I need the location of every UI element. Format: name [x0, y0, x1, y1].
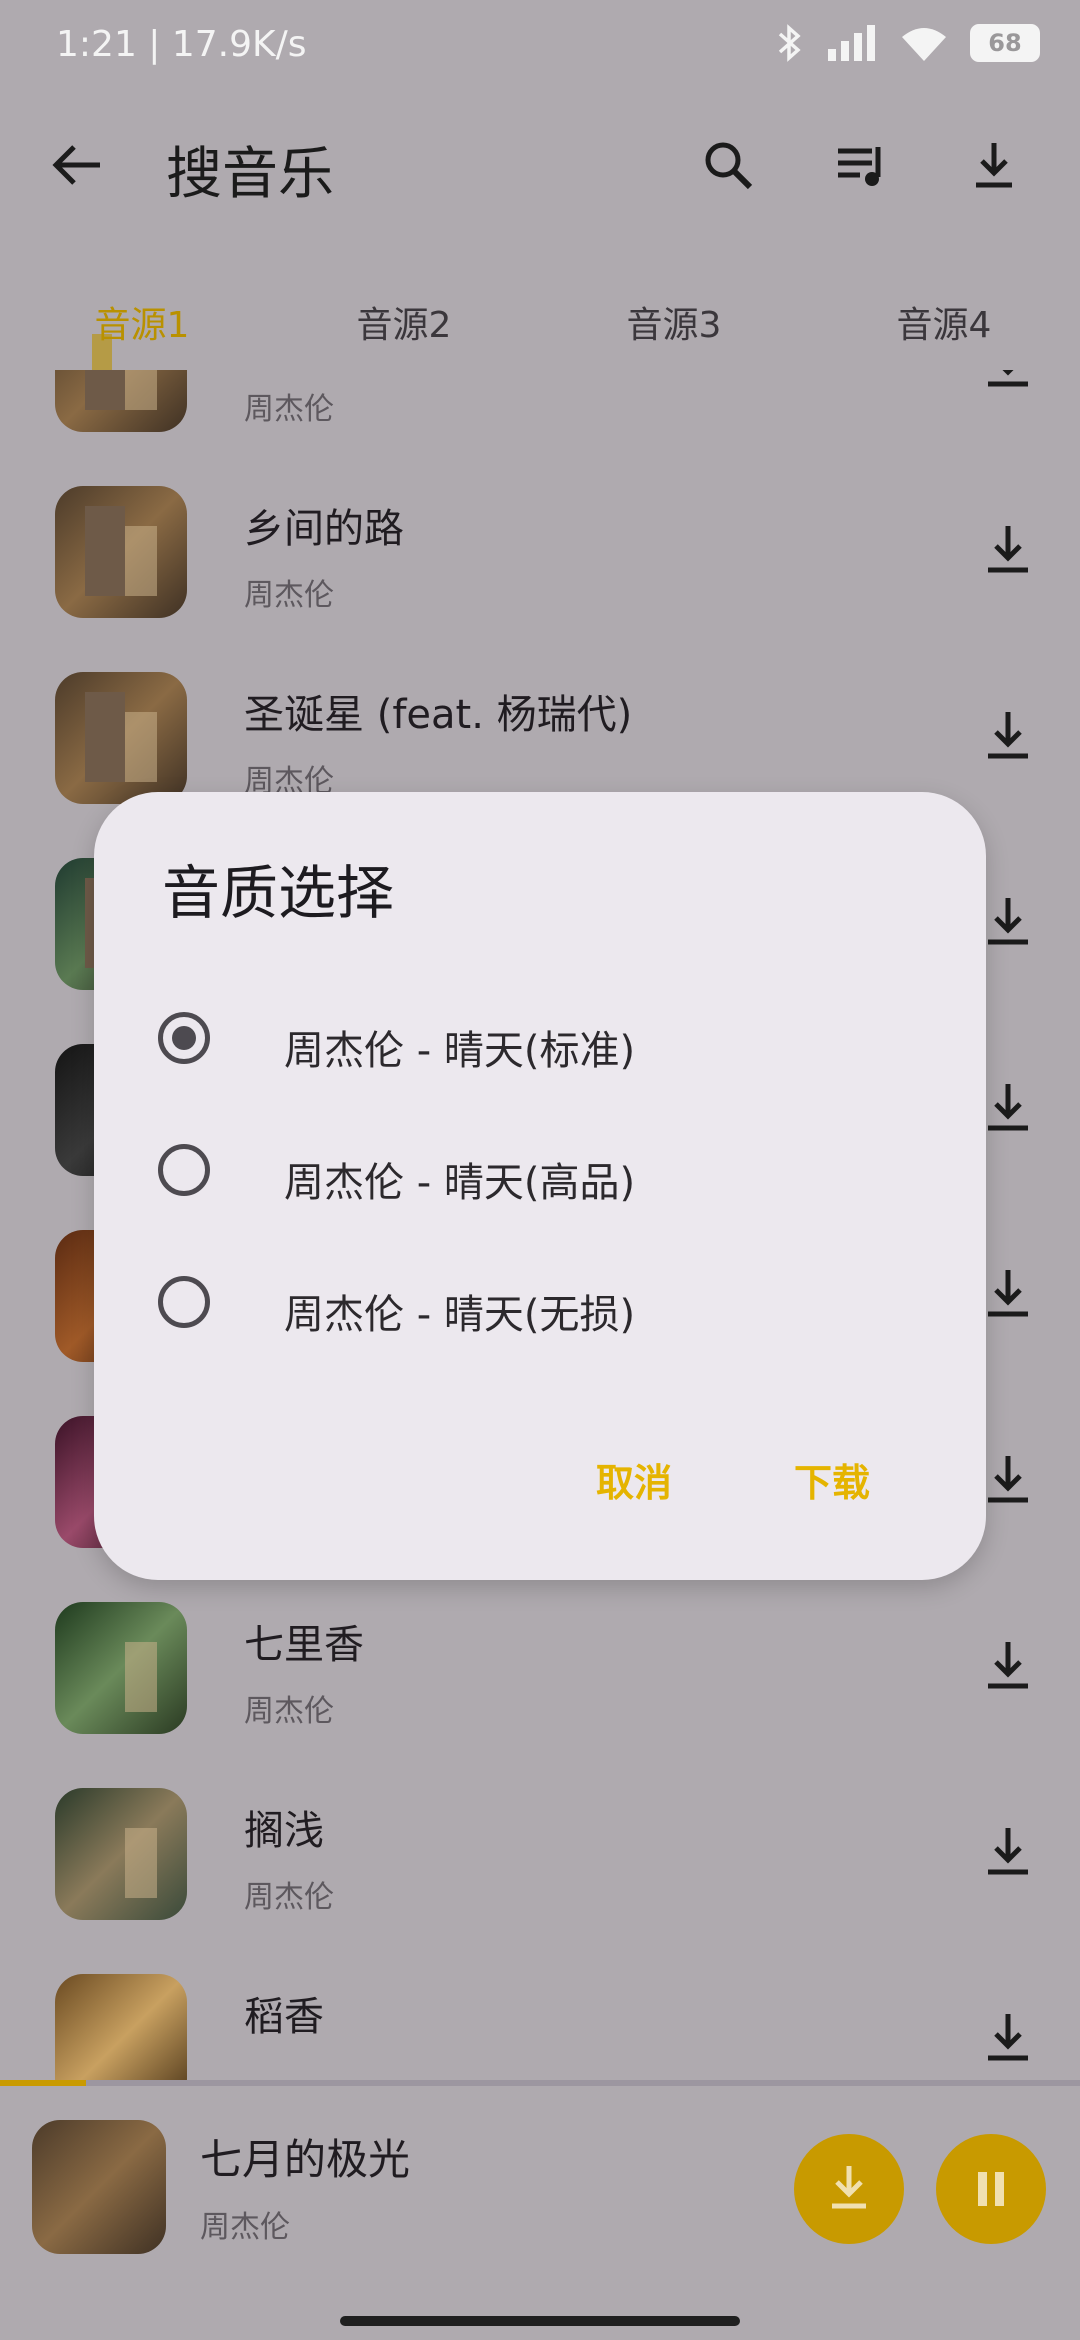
quality-option-standard[interactable]: 周杰伦 - 晴天(标准): [158, 990, 918, 1090]
radio-button[interactable]: [158, 1276, 210, 1328]
download-button[interactable]: 下载: [794, 1452, 870, 1507]
radio-button[interactable]: [158, 1144, 210, 1196]
dialog-overlay: 音质选择 周杰伦 - 晴天(标准) 周杰伦 - 晴天(高品) 周杰伦 - 晴天(…: [0, 0, 1080, 2340]
dialog-title: 音质选择: [162, 859, 395, 927]
option-label: 周杰伦 - 晴天(高品): [284, 1160, 636, 1206]
cancel-button[interactable]: 取消: [596, 1452, 672, 1507]
quality-select-dialog: 音质选择 周杰伦 - 晴天(标准) 周杰伦 - 晴天(高品) 周杰伦 - 晴天(…: [94, 792, 986, 1580]
option-label: 周杰伦 - 晴天(标准): [284, 1028, 636, 1074]
quality-option-lossless[interactable]: 周杰伦 - 晴天(无损): [158, 1254, 918, 1354]
option-label: 周杰伦 - 晴天(无损): [284, 1292, 636, 1338]
quality-option-high[interactable]: 周杰伦 - 晴天(高品): [158, 1122, 918, 1222]
radio-button[interactable]: [158, 1012, 210, 1064]
